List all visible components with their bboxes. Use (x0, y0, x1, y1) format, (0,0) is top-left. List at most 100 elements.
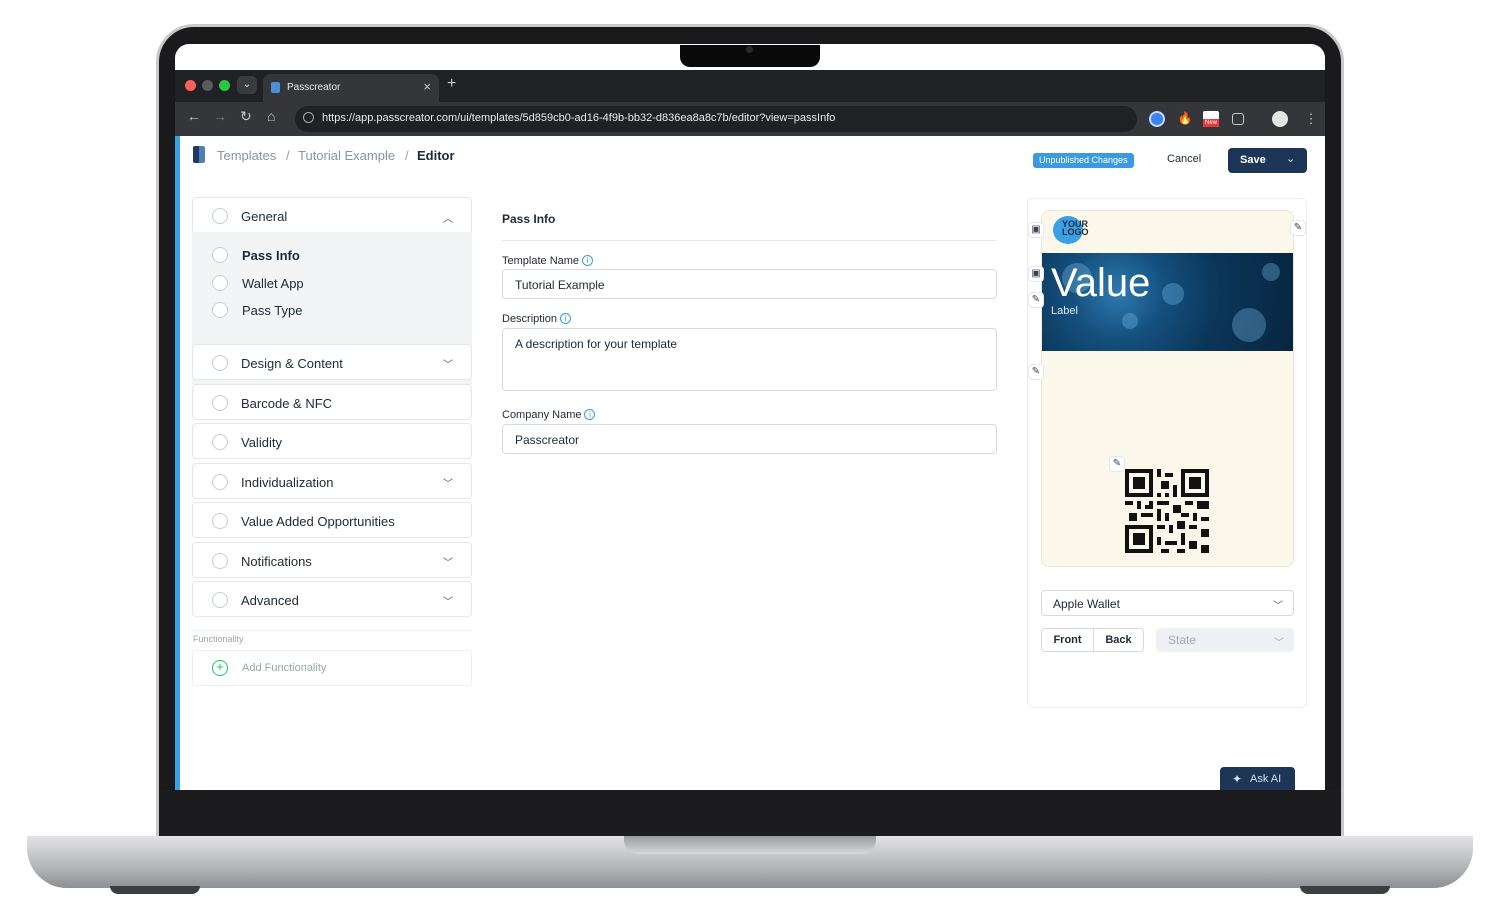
chevron-down-icon[interactable]: ﹀ (443, 554, 453, 569)
sidebar-item-barcode-nfc[interactable]: Barcode & NFC (192, 384, 472, 420)
minimize-window-button[interactable] (202, 80, 213, 91)
state-select[interactable]: State ﹀ (1156, 628, 1294, 652)
sidebar-item-advanced[interactable]: Advanced ﹀ (192, 581, 472, 617)
template-name-value: Tutorial Example (515, 278, 605, 292)
wallet-select[interactable]: Apple Wallet ﹀ (1041, 590, 1294, 616)
pencil-icon[interactable]: ✎ (1290, 220, 1306, 236)
wallet-app-radio (212, 275, 228, 291)
breadcrumb-templates[interactable]: Templates (217, 148, 276, 163)
browser-tab[interactable]: Passcreator × (263, 74, 439, 102)
home-button[interactable]: ⌂ (267, 108, 275, 124)
breadcrumb-separator: / (405, 148, 409, 163)
pencil-icon[interactable]: ✎ (1109, 456, 1125, 472)
pass-info-radio (212, 247, 228, 263)
passcreator-logo-icon[interactable] (193, 146, 205, 163)
breadcrumb-current: Editor (417, 148, 455, 163)
form-title: Pass Info (502, 212, 556, 226)
chevron-down-icon[interactable]: ﹀ (443, 356, 453, 371)
add-functionality-button[interactable]: + Add Functionality (192, 650, 472, 686)
logo-line-2: LOGO (1062, 227, 1089, 237)
image-icon[interactable]: ▣ (1028, 222, 1044, 238)
sidebar-item-general[interactable]: General (241, 209, 287, 224)
tab-title: Passcreator (287, 82, 341, 93)
status-radio (212, 513, 228, 529)
template-name-field[interactable]: Tutorial Example (502, 269, 997, 299)
status-radio (212, 553, 228, 569)
strip-image[interactable]: Value Label (1042, 253, 1293, 351)
browser-menu-icon[interactable]: ⋮ (1303, 111, 1319, 127)
new-tab-button[interactable]: + (447, 75, 456, 93)
info-icon[interactable]: i (582, 255, 594, 266)
label-text: Company Name (502, 409, 582, 421)
forward-button[interactable]: → (213, 108, 227, 124)
label-text: Description (502, 313, 558, 325)
ask-ai-button[interactable]: ✦ Ask AI (1220, 767, 1295, 790)
general-status-radio (212, 208, 228, 224)
cancel-button[interactable]: Cancel (1167, 153, 1201, 165)
sidebar-item-design-content[interactable]: Design & Content ﹀ (192, 344, 472, 380)
sidebar-item-label: Notifications (241, 554, 312, 569)
maximize-window-button[interactable] (219, 80, 230, 91)
extension-flame-icon[interactable]: 🔥 (1177, 111, 1193, 127)
tab-back[interactable]: Back (1093, 628, 1144, 652)
bokeh-light (1162, 283, 1184, 305)
chevron-down-icon: ﹀ (1274, 638, 1284, 649)
sidebar-item-notifications[interactable]: Notifications ﹀ (192, 542, 472, 578)
site-info-icon[interactable] (303, 112, 314, 123)
extension-new-icon[interactable]: New (1203, 111, 1219, 127)
chevron-up-icon[interactable]: ︿ (443, 210, 453, 225)
chevron-down-icon[interactable]: ﹀ (443, 475, 453, 490)
image-icon[interactable]: ▣ (1028, 266, 1044, 282)
pass-type-radio (212, 302, 228, 318)
sidebar-item-pass-info[interactable]: Pass Info (242, 248, 300, 263)
sidebar-item-label: Barcode & NFC (241, 396, 333, 411)
tab-close-icon[interactable]: × (423, 79, 431, 94)
laptop-opening-groove (624, 836, 876, 854)
chevron-down-icon[interactable]: ﹀ (443, 593, 453, 608)
status-radio (212, 395, 228, 411)
bokeh-light (1232, 308, 1266, 342)
chevron-down-icon[interactable]: ⌄ (1286, 152, 1295, 165)
screen: ⌄ Passcreator × + ← → ↻ ⌂ https://app.pa… (175, 44, 1325, 790)
logo-placeholder-text: YOUR LOGO (1062, 220, 1089, 237)
password-manager-icon[interactable] (1149, 111, 1165, 127)
template-name-label: Template Name i (502, 255, 594, 267)
primary-field-label: Label (1051, 305, 1078, 317)
accent-strip (175, 136, 180, 790)
state-select-placeholder: State (1168, 633, 1197, 647)
description-field[interactable]: A description for your template (502, 328, 997, 391)
bokeh-light (1122, 313, 1138, 329)
sidebar-item-label: Value Added Opportunities (241, 514, 395, 529)
company-name-label: Company Name i (502, 409, 596, 421)
status-radio (212, 474, 228, 490)
sidebar-item-validity[interactable]: Validity (192, 423, 472, 459)
extensions-puzzle-icon[interactable] (1232, 113, 1244, 125)
sidebar-item-label: Advanced (241, 593, 299, 608)
profile-avatar[interactable] (1272, 111, 1288, 127)
sidebar-item-label: Design & Content (241, 356, 343, 371)
sidebar-item-wallet-app[interactable]: Wallet App (242, 276, 304, 291)
sidebar-item-pass-type[interactable]: Pass Type (242, 303, 302, 318)
camera-icon (746, 46, 753, 53)
status-radio (212, 434, 228, 450)
passcreator-favicon-icon (271, 82, 280, 93)
pencil-icon[interactable]: ✎ (1028, 364, 1044, 380)
reload-button[interactable]: ↻ (240, 108, 252, 125)
status-radio (212, 355, 228, 371)
back-button[interactable]: ← (187, 108, 201, 124)
tab-front[interactable]: Front (1041, 628, 1094, 652)
sidebar-item-value-added[interactable]: Value Added Opportunities (192, 502, 472, 538)
divider (502, 240, 997, 241)
info-icon[interactable]: i (560, 313, 572, 324)
info-icon[interactable]: i (584, 409, 596, 420)
save-button[interactable]: Save ⌄ (1228, 148, 1307, 173)
address-bar[interactable]: https://app.passcreator.com/ui/templates… (295, 106, 1137, 132)
sparkle-icon: ✦ (1232, 772, 1243, 786)
close-window-button[interactable] (185, 80, 196, 91)
pencil-icon[interactable]: ✎ (1028, 292, 1044, 308)
sidebar-item-label: Validity (241, 435, 282, 450)
company-name-field[interactable]: Passcreator (502, 424, 997, 454)
breadcrumb-template[interactable]: Tutorial Example (298, 148, 395, 163)
sidebar-item-individualization[interactable]: Individualization ﹀ (192, 463, 472, 499)
tab-search-button[interactable]: ⌄ (237, 76, 257, 94)
